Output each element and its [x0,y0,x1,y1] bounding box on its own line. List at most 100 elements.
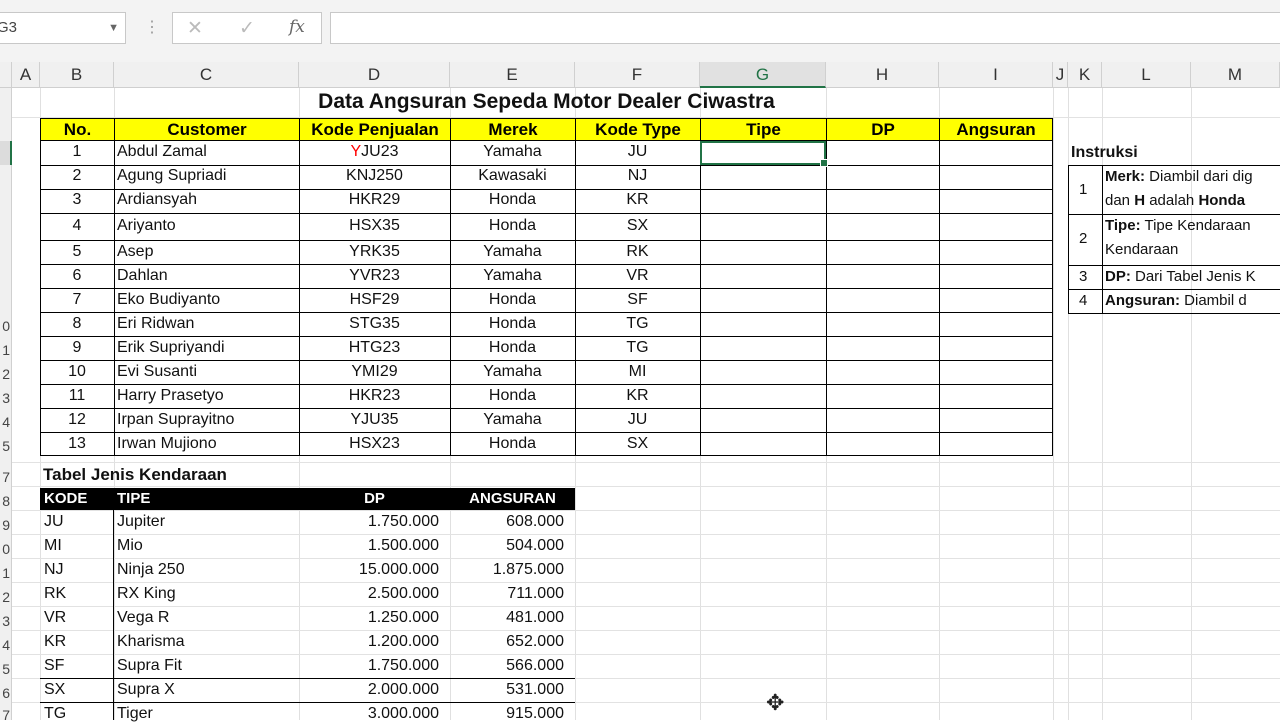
cell-no[interactable]: 2 [40,167,114,185]
cell-customer[interactable]: Harry Prasetyo [117,387,297,405]
ref-cell-dp[interactable]: 1.250.000 [299,609,439,627]
column-header-h[interactable]: H [826,62,939,88]
enter-icon[interactable]: ✓ [239,17,255,40]
cell-merek[interactable]: Honda [450,315,575,333]
column-header-a[interactable]: A [12,62,40,88]
cell-kode-penjualan[interactable]: YVR23 [299,267,450,285]
ref-cell-tipe[interactable]: Jupiter [117,513,297,531]
ref-cell-tipe[interactable]: Supra Fit [117,657,297,675]
row-number[interactable]: 5 [0,438,10,454]
cell-customer[interactable]: Evi Susanti [117,363,297,381]
ref-cell-angsuran[interactable]: 608.000 [450,513,564,531]
cell-merek[interactable]: Yamaha [450,143,575,161]
cell-kode-penjualan[interactable]: HKR29 [299,191,450,209]
row-number[interactable]: 3 [0,390,10,406]
cell-kode-type[interactable]: SF [575,291,700,309]
cancel-icon[interactable]: ✕ [187,17,203,40]
header-customer[interactable]: Customer [114,118,300,141]
cell-merek[interactable]: Honda [450,291,575,309]
ref-header-dp[interactable]: DP [299,488,450,510]
ref-cell-tipe[interactable]: Supra X [117,681,297,699]
cell-no[interactable]: 4 [40,217,114,235]
cell-kode-penjualan[interactable]: HTG23 [299,339,450,357]
cell-no[interactable]: 8 [40,315,114,333]
cell-kode-penjualan[interactable]: HSX35 [299,217,450,235]
header-tipe[interactable]: Tipe [700,118,827,141]
cell-customer[interactable]: Ardiansyah [117,191,297,209]
ref-cell-angsuran[interactable]: 915.000 [450,705,564,723]
column-header-k[interactable]: K [1068,62,1102,88]
ref-cell-tipe[interactable]: Kharisma [117,633,297,651]
cell-customer[interactable]: Eko Budiyanto [117,291,297,309]
more-icon[interactable]: ⋮ [144,20,160,36]
row-number[interactable]: 6 [0,685,10,701]
row-number[interactable]: 9 [0,517,10,533]
cell-merek[interactable]: Honda [450,435,575,453]
cell-customer[interactable]: Eri Ridwan [117,315,297,333]
ref-cell-kode[interactable]: SX [44,681,114,699]
cell-kode-type[interactable]: KR [575,191,700,209]
column-header-b[interactable]: B [40,62,114,88]
ref-cell-angsuran[interactable]: 531.000 [450,681,564,699]
cell-kode-type[interactable]: SX [575,435,700,453]
cell-kode-type[interactable]: MI [575,363,700,381]
cell-customer[interactable]: Irpan Suprayitno [117,411,297,429]
cell-kode-penjualan[interactable]: HKR23 [299,387,450,405]
ref-cell-kode[interactable]: VR [44,609,114,627]
ref-cell-kode[interactable]: KR [44,633,114,651]
row-header-selected[interactable] [0,141,12,165]
cell-no[interactable]: 1 [40,143,114,161]
cell-kode-penjualan[interactable]: KNJ250 [299,167,450,185]
cell-merek[interactable]: Honda [450,217,575,235]
column-header-c[interactable]: C [114,62,299,88]
cell-merek[interactable]: Honda [450,339,575,357]
cell-kode-type[interactable]: NJ [575,167,700,185]
ref-cell-dp[interactable]: 1.750.000 [299,657,439,675]
row-number[interactable]: 3 [0,613,10,629]
cell-selection-g3[interactable] [700,141,828,167]
cell-no[interactable]: 9 [40,339,114,357]
cell-kode-penjualan[interactable]: YJU35 [299,411,450,429]
row-number[interactable]: 1 [0,565,10,581]
cell-customer[interactable]: Abdul Zamal [117,143,297,161]
cell-kode-type[interactable]: KR [575,387,700,405]
cell-no[interactable]: 10 [40,363,114,381]
cell-kode-type[interactable]: RK [575,243,700,261]
ref-cell-angsuran[interactable]: 504.000 [450,537,564,555]
ref-cell-dp[interactable]: 15.000.000 [299,561,439,579]
ref-header-angsuran[interactable]: ANGSURAN [450,488,575,510]
cell-kode-penjualan[interactable]: HSX23 [299,435,450,453]
cell-kode-type[interactable]: TG [575,315,700,333]
ref-cell-angsuran[interactable]: 652.000 [450,633,564,651]
ref-cell-dp[interactable]: 1.500.000 [299,537,439,555]
ref-cell-kode[interactable]: RK [44,585,114,603]
cell-no[interactable]: 6 [40,267,114,285]
fill-handle[interactable] [820,159,828,167]
row-number[interactable]: 4 [0,637,10,653]
cell-kode-type[interactable]: SX [575,217,700,235]
column-header-i[interactable]: I [939,62,1053,88]
column-header-f[interactable]: F [575,62,700,88]
insert-function-icon[interactable]: fx [289,17,305,37]
cell-no[interactable]: 3 [40,191,114,209]
header-angsuran[interactable]: Angsuran [939,118,1053,141]
column-header-d[interactable]: D [299,62,450,88]
cell-no[interactable]: 11 [40,387,114,405]
ref-cell-tipe[interactable]: RX King [117,585,297,603]
name-box[interactable]: G3 ▼ [0,12,126,44]
cell-kode-penjualan[interactable]: YJU23 [299,143,450,161]
ref-cell-kode[interactable]: JU [44,513,114,531]
cell-merek[interactable]: Kawasaki [450,167,575,185]
ref-header-kode[interactable]: KODE [40,488,114,510]
select-all-corner[interactable] [0,62,12,88]
header-dp[interactable]: DP [826,118,940,141]
cell-kode-type[interactable]: TG [575,339,700,357]
ref-cell-dp[interactable]: 1.200.000 [299,633,439,651]
cell-customer[interactable]: Erik Supriyandi [117,339,297,357]
ref-cell-kode[interactable]: NJ [44,561,114,579]
ref-cell-angsuran[interactable]: 1.875.000 [450,561,564,579]
cell-merek[interactable]: Yamaha [450,243,575,261]
cell-kode-type[interactable]: JU [575,411,700,429]
ref-cell-kode[interactable]: SF [44,657,114,675]
cell-customer[interactable]: Dahlan [117,267,297,285]
